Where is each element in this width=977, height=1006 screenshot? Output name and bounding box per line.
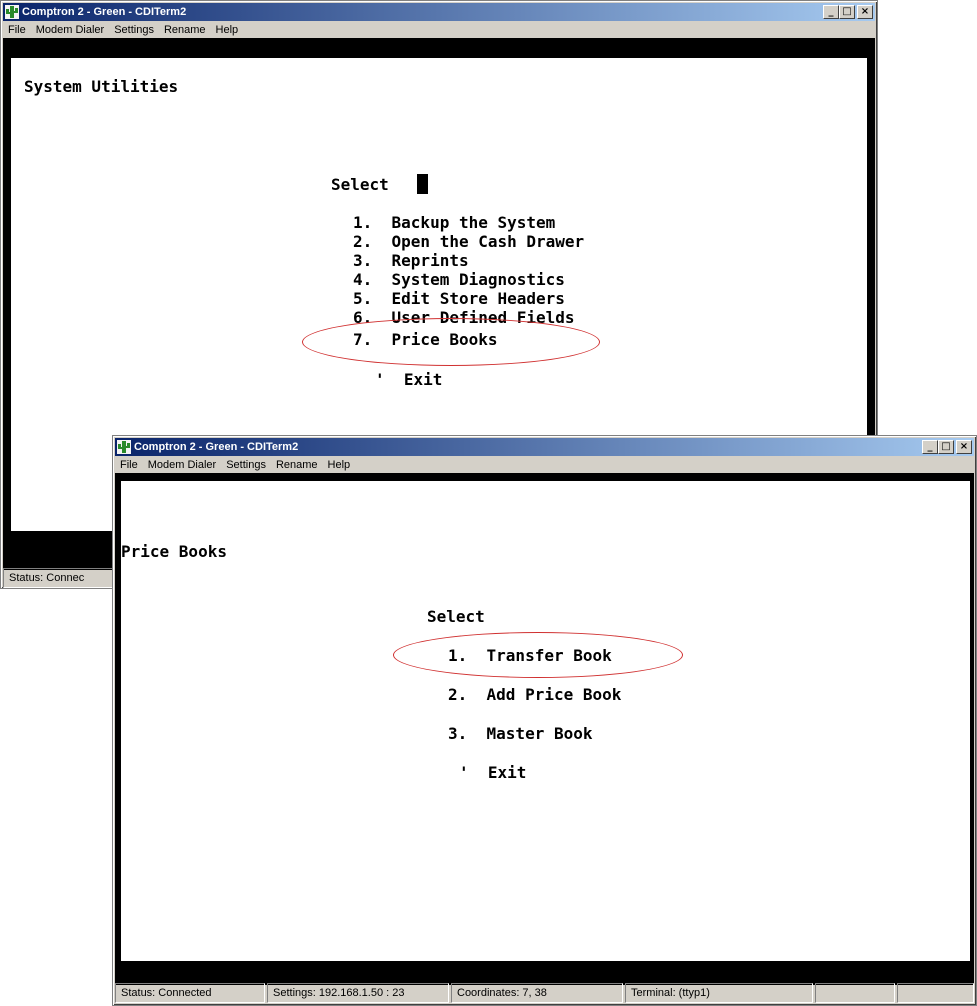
maximize-icon[interactable]: □ bbox=[839, 5, 855, 19]
status-terminal: Terminal: (ttyp1) bbox=[625, 983, 813, 1003]
menu-option: 3. Reprints bbox=[353, 251, 469, 270]
highlight-ellipse bbox=[302, 318, 600, 366]
text-cursor bbox=[417, 174, 428, 194]
menu-file[interactable]: File bbox=[3, 24, 31, 36]
cactus-app-icon bbox=[5, 5, 19, 19]
exit-option: ' Exit bbox=[459, 763, 527, 782]
menubar: File Modem Dialer Settings Rename Help bbox=[115, 457, 974, 473]
titlebar[interactable]: Comptron 2 - Green - CDITerm2 _ □ × bbox=[115, 438, 974, 456]
cactus-app-icon bbox=[117, 440, 131, 454]
menu-help[interactable]: Help bbox=[323, 459, 356, 471]
menu-option: 1. Backup the System bbox=[353, 213, 556, 232]
menu-option: 5. Edit Store Headers bbox=[353, 289, 565, 308]
menu-option: 2. Add Price Book bbox=[448, 685, 622, 704]
status-connection: Status: Connected bbox=[115, 983, 265, 1003]
menu-rename[interactable]: Rename bbox=[159, 24, 211, 36]
screen-title: Price Books bbox=[121, 542, 227, 561]
select-label: Select bbox=[331, 175, 389, 194]
status-empty bbox=[815, 983, 895, 1003]
titlebar[interactable]: Comptron 2 - Green - CDITerm2 _ □ × bbox=[3, 3, 875, 21]
menu-option: 3. Master Book bbox=[448, 724, 593, 743]
close-icon[interactable]: × bbox=[956, 440, 972, 454]
menu-modem-dialer[interactable]: Modem Dialer bbox=[31, 24, 109, 36]
menu-help[interactable]: Help bbox=[211, 24, 244, 36]
menu-file[interactable]: File bbox=[115, 459, 143, 471]
screen-title: System Utilities bbox=[24, 77, 179, 96]
resize-grip[interactable] bbox=[897, 983, 974, 1003]
window-title: Comptron 2 - Green - CDITerm2 bbox=[22, 6, 187, 18]
menu-settings[interactable]: Settings bbox=[221, 459, 271, 471]
exit-option: ' Exit bbox=[375, 370, 443, 389]
select-label: Select bbox=[427, 607, 485, 626]
maximize-icon[interactable]: □ bbox=[938, 440, 954, 454]
minimize-icon[interactable]: _ bbox=[922, 440, 938, 454]
minimize-icon[interactable]: _ bbox=[823, 5, 839, 19]
window-title: Comptron 2 - Green - CDITerm2 bbox=[134, 441, 299, 453]
highlight-ellipse bbox=[393, 632, 683, 678]
menubar: File Modem Dialer Settings Rename Help bbox=[3, 22, 875, 38]
menu-option: 2. Open the Cash Drawer bbox=[353, 232, 585, 251]
menu-settings[interactable]: Settings bbox=[109, 24, 159, 36]
close-icon[interactable]: × bbox=[857, 5, 873, 19]
status-coordinates: Coordinates: 7, 38 bbox=[451, 983, 623, 1003]
menu-modem-dialer[interactable]: Modem Dialer bbox=[143, 459, 221, 471]
menu-rename[interactable]: Rename bbox=[271, 459, 323, 471]
statusbar: Status: Connected Settings: 192.168.1.50… bbox=[115, 983, 974, 1003]
menu-option: 4. System Diagnostics bbox=[353, 270, 565, 289]
terminal-screen[interactable]: Price Books Select 1. Transfer Book 2. A… bbox=[121, 481, 970, 961]
window-price-books: Comptron 2 - Green - CDITerm2 _ □ × File… bbox=[112, 435, 977, 1006]
status-settings: Settings: 192.168.1.50 : 23 bbox=[267, 983, 449, 1003]
